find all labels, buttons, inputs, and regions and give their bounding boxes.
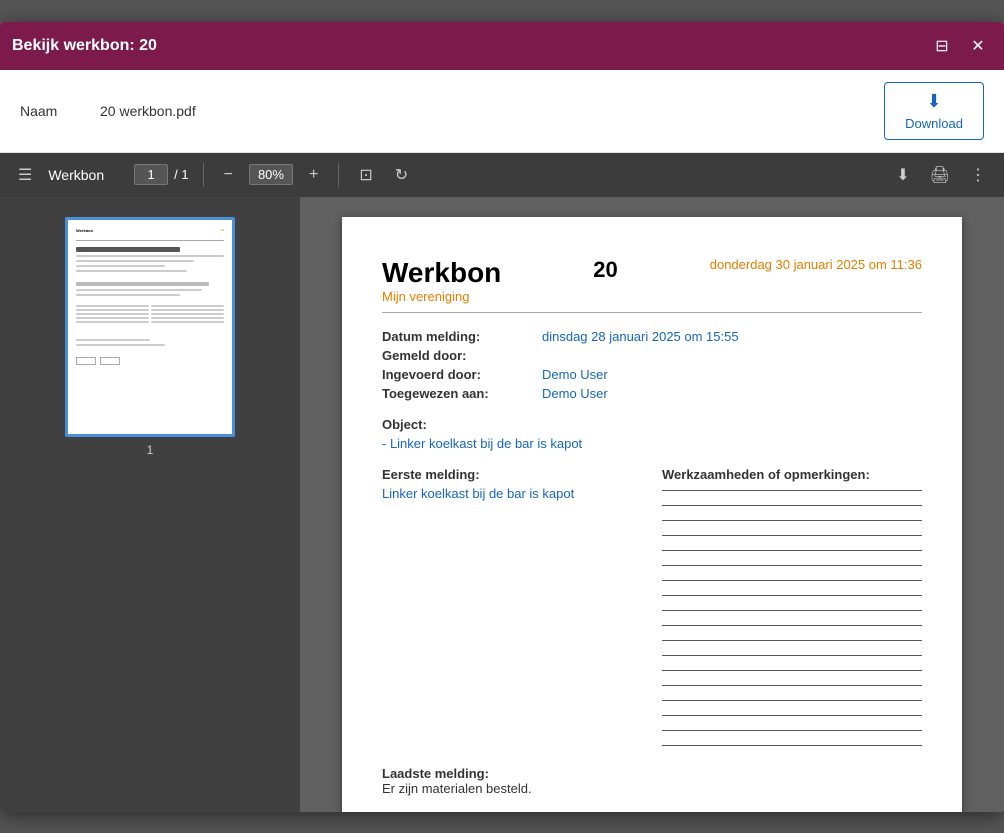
pdf-line-17 bbox=[662, 730, 922, 731]
pdf-page-header: Werkbon Mijn vereniging 20 donderdag 30 … bbox=[382, 257, 922, 304]
pdf-viewer-body: Werkbon 20 bbox=[0, 197, 1004, 812]
page-separator: / 1 bbox=[174, 167, 188, 182]
object-label: Object: bbox=[382, 417, 922, 432]
header-row: Naam 20 werkbon.pdf ⬇ Download bbox=[0, 70, 1004, 153]
toegewezen-aan-value: Demo User bbox=[542, 386, 922, 401]
pdf-line-7 bbox=[662, 580, 922, 581]
rotate-button[interactable]: ↻ bbox=[389, 161, 414, 189]
pdf-line-16 bbox=[662, 715, 922, 716]
pdf-line-3 bbox=[662, 520, 922, 521]
pdf-line-9 bbox=[662, 610, 922, 611]
pdf-line-8 bbox=[662, 595, 922, 596]
pdf-line-11 bbox=[662, 640, 922, 641]
eerste-melding-label: Eerste melding: bbox=[382, 467, 642, 482]
toolbar-right: ⬇ 🖨 ⋮ bbox=[890, 161, 992, 189]
pdf-main-title: Werkbon bbox=[382, 257, 501, 289]
thumbnail-item-1: Werkbon 20 bbox=[65, 217, 235, 457]
pdf-col-left: Eerste melding: Linker koelkast bij de b… bbox=[382, 467, 642, 746]
download-label: Download bbox=[905, 116, 963, 131]
pdf-two-col: Eerste melding: Linker koelkast bij de b… bbox=[382, 467, 922, 746]
filename-text: 20 werkbon.pdf bbox=[100, 103, 864, 119]
pdf-subtitle: Mijn vereniging bbox=[382, 289, 501, 304]
laadste-melding-text: Er zijn materialen besteld. bbox=[382, 781, 922, 796]
pdf-thumbnails-panel: Werkbon 20 bbox=[0, 197, 300, 812]
pdf-toolbar-title: Werkbon bbox=[48, 167, 104, 183]
pdf-info-grid: Datum melding: dinsdag 28 januari 2025 o… bbox=[382, 329, 922, 401]
modal-title: Bekijk werkbon: 20 bbox=[12, 37, 157, 55]
pdf-number: 20 bbox=[593, 257, 617, 283]
thumbnail-frame[interactable]: Werkbon 20 bbox=[65, 217, 235, 437]
more-button[interactable]: ⋮ bbox=[964, 161, 992, 189]
pdf-line-15 bbox=[662, 700, 922, 701]
eerste-melding-text: Linker koelkast bij de bar is kapot bbox=[382, 486, 642, 501]
gemeld-door-value bbox=[542, 348, 922, 363]
pdf-col-right: Werkzaamheden of opmerkingen: bbox=[662, 467, 922, 746]
title-bar-controls: ⊟ ✕ bbox=[928, 32, 992, 60]
pdf-line-12 bbox=[662, 655, 922, 656]
print-button[interactable]: 🖨 bbox=[924, 161, 956, 189]
toolbar-divider-1 bbox=[203, 163, 204, 187]
thumbnail-content: Werkbon 20 bbox=[68, 220, 232, 434]
pdf-date-block: donderdag 30 januari 2025 om 11:36 bbox=[710, 257, 922, 272]
page-pager: / 1 bbox=[134, 164, 188, 185]
toegewezen-aan-label: Toegewezen aan: bbox=[382, 386, 542, 401]
download-icon: ⬇ bbox=[927, 91, 942, 112]
pdf-title-block: Werkbon Mijn vereniging bbox=[382, 257, 501, 304]
pdf-line-2 bbox=[662, 505, 922, 506]
werkzaamheden-label: Werkzaamheden of opmerkingen: bbox=[662, 467, 922, 482]
pdf-content-area[interactable]: Werkbon Mijn vereniging 20 donderdag 30 … bbox=[300, 197, 1004, 812]
datum-melding-label: Datum melding: bbox=[382, 329, 542, 344]
pdf-line-6 bbox=[662, 565, 922, 566]
datum-melding-value: dinsdag 28 januari 2025 om 15:55 bbox=[542, 329, 922, 344]
pdf-page: Werkbon Mijn vereniging 20 donderdag 30 … bbox=[342, 217, 962, 812]
toolbar-download-button[interactable]: ⬇ bbox=[890, 161, 915, 189]
pdf-line-1 bbox=[662, 490, 922, 491]
ingevoerd-door-label: Ingevoerd door: bbox=[382, 367, 542, 382]
close-button[interactable]: ✕ bbox=[964, 32, 992, 60]
menu-icon[interactable]: ☰ bbox=[12, 161, 38, 189]
zoom-display: 80% bbox=[249, 164, 293, 185]
modal-window: Bekijk werkbon: 20 ⊟ ✕ Naam 20 werkbon.p… bbox=[0, 22, 1004, 812]
pdf-line-10 bbox=[662, 625, 922, 626]
toolbar-divider-2 bbox=[338, 163, 339, 187]
pdf-toolbar: ☰ Werkbon / 1 − 80% + ⊡ ↻ ⬇ 🖨 ⋮ bbox=[0, 153, 1004, 197]
current-page-input[interactable] bbox=[134, 164, 168, 185]
minimize-button[interactable]: ⊟ bbox=[928, 32, 956, 60]
download-button[interactable]: ⬇ Download bbox=[884, 82, 984, 140]
name-label: Naam bbox=[20, 103, 80, 119]
object-text: - Linker koelkast bij de bar is kapot bbox=[382, 436, 922, 451]
pdf-lines-block bbox=[662, 490, 922, 746]
pdf-line-14 bbox=[662, 685, 922, 686]
pdf-line-5 bbox=[662, 550, 922, 551]
pdf-line-18 bbox=[662, 745, 922, 746]
zoom-out-button[interactable]: − bbox=[218, 162, 239, 188]
gemeld-door-label: Gemeld door: bbox=[382, 348, 542, 363]
laadste-melding-label: Laadste melding: bbox=[382, 766, 922, 781]
pdf-divider bbox=[382, 312, 922, 313]
title-bar: Bekijk werkbon: 20 ⊟ ✕ bbox=[0, 22, 1004, 70]
thumbnail-number: 1 bbox=[147, 443, 154, 457]
pdf-line-13 bbox=[662, 670, 922, 671]
pdf-line-4 bbox=[662, 535, 922, 536]
ingevoerd-door-value: Demo User bbox=[542, 367, 922, 382]
zoom-in-button[interactable]: + bbox=[303, 162, 324, 188]
fit-page-button[interactable]: ⊡ bbox=[353, 161, 378, 189]
laadste-section: Laadste melding: Er zijn materialen best… bbox=[382, 766, 922, 796]
